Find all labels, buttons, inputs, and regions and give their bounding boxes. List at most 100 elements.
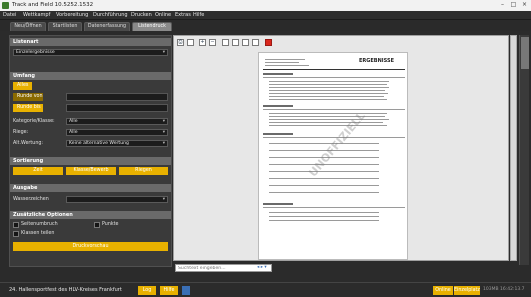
doc-row xyxy=(269,87,389,88)
section-zusaetzliche-optionen: Zusätzliche Optionen xyxy=(10,211,171,219)
runde-bis-input[interactable] xyxy=(66,104,168,112)
section-listenart: Listenart xyxy=(10,38,171,46)
title-bar: Track and Field 10.5252.1532 – □ × xyxy=(0,0,531,11)
event-name: 24. Hallensportfest des HLV-Kreises Fran… xyxy=(9,287,122,293)
log-button[interactable]: Log xyxy=(138,286,156,295)
doc-table-header xyxy=(263,109,405,110)
chevron-down-icon: ▾ xyxy=(162,197,165,202)
kategorie-value: Alle xyxy=(69,119,78,124)
tab-listendruck[interactable]: Listendruck xyxy=(132,22,172,31)
doc-row xyxy=(269,178,379,179)
fit-page-icon[interactable] xyxy=(252,39,259,46)
menu-extras[interactable]: Extras xyxy=(175,12,191,18)
preview-scrollbar[interactable] xyxy=(510,35,517,261)
riege-label: Riege: xyxy=(13,130,29,135)
punkte-checkbox[interactable] xyxy=(94,222,100,228)
online-status: Online xyxy=(433,286,453,295)
alt-wertung-select[interactable]: Keine alternative Wertung ▾ xyxy=(66,140,168,147)
seitenumbruch-label: Seitenumbruch xyxy=(21,222,58,227)
doc-meta-line xyxy=(265,65,309,66)
doc-section-bar xyxy=(263,73,293,75)
menu-durchfuehrung[interactable]: Durchführung xyxy=(93,12,128,18)
tab-bar: Neu/Öffnen Startlisten Datenerfassung Li… xyxy=(0,20,531,31)
page-icon[interactable] xyxy=(187,39,194,46)
single-page-icon[interactable] xyxy=(222,39,229,46)
chevron-down-icon: ▾ xyxy=(162,119,165,124)
doc-title: ERGEBNISSE xyxy=(359,58,395,64)
seitenumbruch-checkbox[interactable] xyxy=(13,222,19,228)
sort-riegen-button[interactable]: Riegen xyxy=(119,167,168,175)
riege-select[interactable]: Alle ▾ xyxy=(66,129,168,136)
menu-drucken[interactable]: Drucken xyxy=(131,12,152,18)
tab-startlisten[interactable]: Startlisten xyxy=(48,22,82,31)
maximize-icon[interactable]: □ xyxy=(508,1,519,9)
pdf-export-icon[interactable] xyxy=(265,39,272,46)
doc-meta-line xyxy=(265,59,305,60)
alt-wertung-label: Alt.Wertung: xyxy=(13,141,44,146)
menu-online[interactable]: Online xyxy=(155,12,171,18)
four-page-icon[interactable] xyxy=(242,39,249,46)
clock: 16:42:13.7 xyxy=(500,287,525,292)
hilfe-button[interactable]: Hilfe xyxy=(160,286,178,295)
klassen-teilen-checkbox[interactable] xyxy=(13,231,19,237)
status-bar: 24. Hallensportfest des HLV-Kreises Fran… xyxy=(0,282,531,297)
window-title: Track and Field 10.5252.1532 xyxy=(12,2,94,8)
doc-row xyxy=(269,84,387,85)
menu-bar: Datei Wettkampf Vorbereitung Durchführun… xyxy=(0,11,531,20)
kategorie-select[interactable]: Alle ▾ xyxy=(66,118,168,125)
section-sortierung: Sortierung xyxy=(10,157,171,165)
search-nav-arrows[interactable]: ◂ ▸ ▾ xyxy=(257,265,267,270)
doc-row xyxy=(269,93,388,94)
klassen-teilen-label: Klassen teilen xyxy=(21,231,55,236)
doc-row xyxy=(269,99,387,100)
doc-section-bar xyxy=(263,133,293,135)
print-icon[interactable]: ⎙ xyxy=(177,39,184,46)
runde-von-input[interactable] xyxy=(66,93,168,101)
zoom-out-icon[interactable]: − xyxy=(209,39,216,46)
menu-datei[interactable]: Datei xyxy=(3,12,16,18)
zoom-in-icon[interactable]: + xyxy=(199,39,206,46)
doc-row xyxy=(269,171,379,172)
doc-meta-line xyxy=(265,62,299,63)
two-page-icon[interactable] xyxy=(232,39,239,46)
runde-bis-label: Runde bis xyxy=(13,104,43,112)
preview-toolbar: ⎙ + − xyxy=(174,36,508,48)
doc-row xyxy=(269,119,389,120)
section-umfang: Umfang xyxy=(10,72,171,80)
riege-value: Alle xyxy=(69,130,78,135)
kategorie-label: Kategorie/Klasse: xyxy=(13,119,55,124)
preview-page: ERGEBNISSE UNOFFIZIELL xyxy=(258,52,408,260)
tab-neu-oeffnen[interactable]: Neu/Öffnen xyxy=(10,22,46,31)
chevron-down-icon: ▾ xyxy=(162,141,165,146)
doc-row xyxy=(269,216,379,217)
calendar-icon[interactable] xyxy=(182,286,190,295)
runde-von-label: Runde von xyxy=(13,93,43,101)
menu-hilfe[interactable]: Hilfe xyxy=(193,12,204,18)
doc-row xyxy=(269,212,379,213)
sort-klasse-button[interactable]: Klasse/Bewerb xyxy=(66,167,116,175)
listenart-select[interactable]: Einzelergebnisse ▾ xyxy=(13,49,168,56)
sort-zeit-button[interactable]: Zeit xyxy=(13,167,63,175)
watermark-text: UNOFFIZIELL xyxy=(306,109,368,180)
chevron-down-icon: ▾ xyxy=(162,50,165,55)
doc-section-bar xyxy=(263,105,293,107)
wasserzeichen-label: Wasserzeichen xyxy=(13,197,49,202)
doc-section-bar xyxy=(263,203,293,205)
right-side-bar xyxy=(519,35,529,265)
doc-table-header xyxy=(263,207,405,208)
print-options-panel: Listenart Einzelergebnisse ▾ Umfang Alle… xyxy=(9,35,172,267)
side-tab[interactable] xyxy=(521,37,529,69)
doc-rule xyxy=(263,69,405,70)
tab-datenerfassung[interactable]: Datenerfassung xyxy=(84,22,130,31)
close-icon[interactable]: × xyxy=(519,1,530,9)
chevron-down-icon: ▾ xyxy=(162,130,165,135)
menu-wettkampf[interactable]: Wettkampf xyxy=(23,12,50,18)
wasserzeichen-select[interactable]: ▾ xyxy=(66,196,168,203)
minimize-icon[interactable]: – xyxy=(497,1,508,9)
doc-row xyxy=(269,192,379,193)
doc-row xyxy=(269,122,383,123)
menu-vorbereitung[interactable]: Vorbereitung xyxy=(56,12,88,18)
druckvorschau-button[interactable]: Druckvorschau xyxy=(13,242,168,251)
alles-button[interactable]: Alles xyxy=(13,82,32,90)
doc-row xyxy=(269,81,389,82)
